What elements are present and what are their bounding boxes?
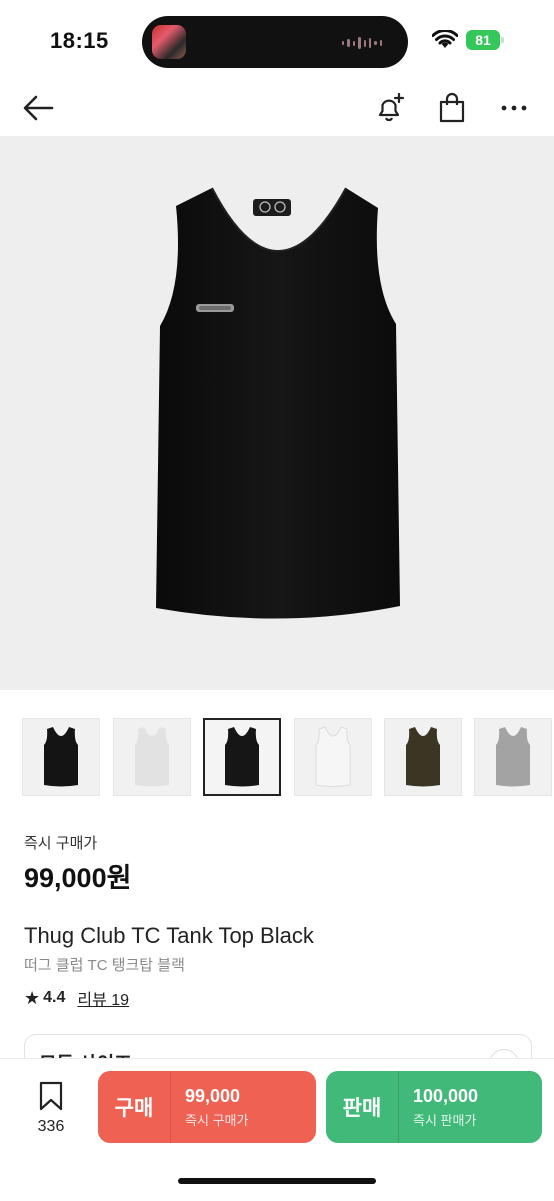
battery-indicator: 81 — [466, 30, 504, 50]
buy-button-price: 99,000 — [185, 1085, 241, 1106]
shopping-bag-button[interactable] — [434, 90, 470, 126]
top-nav — [0, 80, 554, 136]
more-horizontal-icon — [501, 105, 527, 111]
buy-button-label: 구매 — [114, 1097, 154, 1120]
product-thumbnail-strip — [22, 718, 554, 800]
wifi-icon — [432, 30, 458, 48]
product-main-image[interactable] — [0, 136, 554, 690]
sell-button-sub: 즉시 판매가 — [413, 1112, 477, 1128]
bookmark-icon — [39, 1081, 63, 1111]
thumbnail-3[interactable] — [294, 718, 372, 796]
thumbnail-0[interactable] — [22, 718, 100, 796]
review-link[interactable]: 리뷰 19 — [77, 986, 129, 1010]
thumbnail-2-selected[interactable] — [203, 718, 281, 796]
back-arrow-icon — [23, 95, 54, 121]
star-icon: ★ — [24, 987, 41, 1008]
tank-top-garment — [156, 188, 400, 619]
sell-button-price: 100,000 — [413, 1085, 479, 1106]
dynamic-island[interactable] — [142, 16, 408, 68]
chest-metal-plate — [196, 304, 234, 312]
wishlist-count: 336 — [37, 1118, 65, 1135]
status-bar: 18:15 81 — [0, 0, 554, 80]
tc-logo-emblem — [253, 199, 291, 216]
thumbnail-1[interactable] — [113, 718, 191, 796]
status-time: 18:15 — [50, 28, 109, 53]
more-button[interactable] — [496, 90, 532, 126]
notification-add-button[interactable] — [372, 90, 408, 126]
back-button[interactable] — [20, 90, 56, 126]
instant-buy-price-label: 즉시 구매가 — [24, 835, 98, 852]
shopping-bag-icon — [439, 92, 465, 123]
product-price: 99,000원 — [24, 863, 132, 893]
product-name-en: Thug Club TC Tank Top Black — [24, 923, 314, 948]
thumbnail-5[interactable] — [474, 718, 552, 796]
thumbnail-4[interactable] — [384, 718, 462, 796]
product-rating: ★ 4.4 리뷰 19 — [24, 986, 129, 1010]
buy-button-sub: 즉시 구매가 — [185, 1112, 249, 1128]
home-indicator[interactable] — [178, 1178, 376, 1184]
sell-button[interactable]: 판매 100,000 즉시 판매가 — [326, 1071, 542, 1143]
sell-button-label: 판매 — [342, 1097, 382, 1120]
bell-plus-icon — [378, 92, 405, 122]
product-name-ko: 떠그 클럽 TC 탱크탑 블랙 — [24, 957, 185, 974]
wishlist-button[interactable]: 336 — [24, 1081, 78, 1136]
rating-score: 4.4 — [43, 989, 66, 1006]
audio-waveform-icon — [342, 36, 382, 50]
buy-button[interactable]: 구매 99,000 즉시 구매가 — [98, 1071, 316, 1143]
now-playing-artwork — [152, 25, 186, 59]
